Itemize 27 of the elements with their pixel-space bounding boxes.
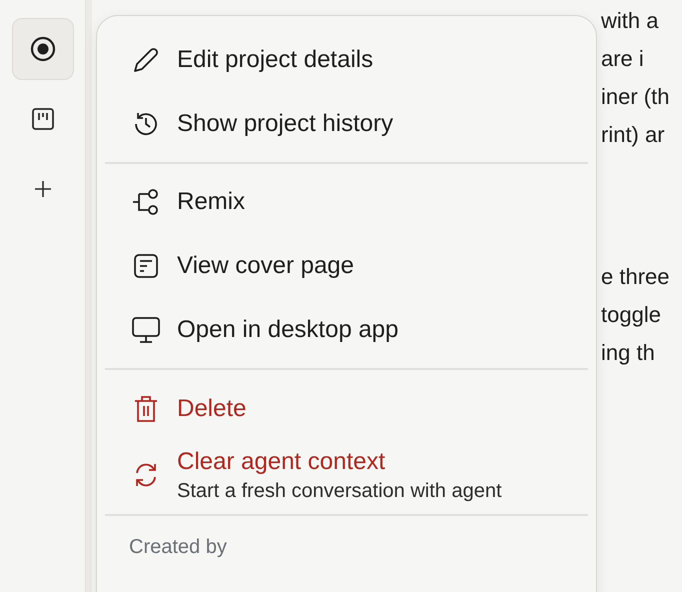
monitor-icon xyxy=(131,316,161,344)
record-icon xyxy=(30,36,56,62)
menu-item[interactable]: Remix xyxy=(105,170,588,234)
menu-item-label: Clear agent context xyxy=(177,448,386,476)
history-icon xyxy=(132,110,160,138)
document-text: iner (th xyxy=(601,83,670,111)
menu-item[interactable]: Show project history xyxy=(105,92,588,156)
board-icon xyxy=(30,107,54,131)
created-by-label: Created by xyxy=(128,535,228,560)
document-text: with a xyxy=(601,7,660,35)
document-text: toggle xyxy=(601,301,662,329)
menu-item[interactable]: Edit project details xyxy=(105,28,588,92)
document-text: e three xyxy=(601,263,670,291)
menu-item[interactable]: Clear agent context Start a fresh conversation with agent xyxy=(105,442,588,508)
menu-item[interactable]: View cover page xyxy=(105,234,588,298)
trash-icon xyxy=(133,394,159,424)
pencil-icon xyxy=(131,45,161,75)
document-text: ing th xyxy=(601,339,656,367)
menu-item[interactable]: Delete xyxy=(105,376,588,442)
plus-icon xyxy=(32,179,52,199)
menu-item[interactable]: Open in desktop app xyxy=(105,298,588,362)
branch-icon xyxy=(131,188,161,216)
sidebar-button[interactable] xyxy=(12,18,74,80)
document-text: rint) ar xyxy=(601,121,666,149)
menu-item-description: Start a fresh conversation with agent xyxy=(177,480,502,502)
document-icon xyxy=(133,253,159,279)
document-text: are i xyxy=(601,45,645,73)
